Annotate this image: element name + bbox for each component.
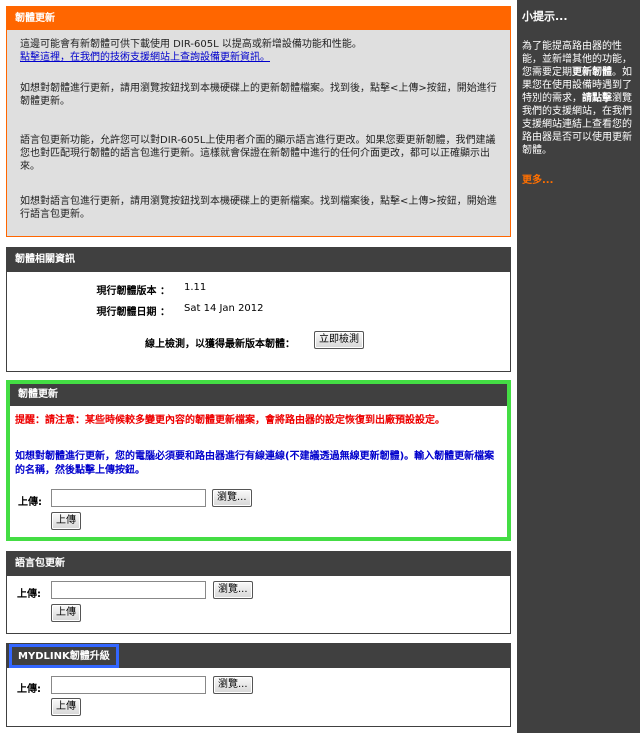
reset-warning: 提醒：請注意：某些時候較多變更內容的韌體更新檔案，會將路由器的設定恢復到出廠預設… — [15, 415, 445, 426]
firmware-file-input[interactable] — [51, 489, 206, 507]
firmware-notice-panel: 韌體更新 這邊可能會有新韌體可供下載使用 DIR-605L 以提高或新增設備功能… — [6, 6, 511, 237]
online-check-label: 線上檢測，以獲得最新版本韌體： — [145, 339, 295, 350]
main-content: 韌體更新 這邊可能會有新韌體可供下載使用 DIR-605L 以提高或新增設備功能… — [0, 0, 517, 733]
firmware-browse-button[interactable]: 瀏覽... — [212, 489, 252, 507]
mydlink-title: MYDLINK韌體升級 — [9, 644, 119, 668]
firmware-info-panel: 韌體相關資訊 現行韌體版本 ： 1.11 現行韌體日期 ： Sat 14 Jan… — [6, 247, 511, 372]
wired-connection-note: 如想對韌體進行更新，您的電腦必須要和路由器進行有線連線(不建議透過無線更新韌體)… — [15, 451, 495, 476]
hints-title: 小提示... — [522, 10, 568, 23]
notice-para3: 語言包更新功能，允許您可以對DIR-605L上使用者介面的顯示語言進行更改。如果… — [20, 135, 496, 172]
language-upload-button[interactable]: 上傳 — [51, 604, 81, 622]
firmware-upload-label: 上傳: — [18, 497, 42, 508]
notice-para2: 如想對韌體進行更新，請用瀏覽按鈕找到本機硬碟上的更新韌體檔案。找到後，點擊<上傳… — [20, 83, 497, 107]
mydlink-upload-label: 上傳: — [17, 684, 41, 695]
check-now-button[interactable]: 立即檢測 — [314, 331, 364, 349]
language-browse-button[interactable]: 瀏覽... — [213, 581, 253, 599]
language-file-input[interactable] — [51, 581, 206, 599]
support-site-link[interactable]: 點擊這裡，在我們的技術支援網站上查詢設備更新資訊。 — [20, 52, 270, 63]
firmware-info-title: 韌體相關資訊 — [7, 248, 510, 272]
notice-title: 韌體更新 — [7, 7, 510, 30]
mydlink-panel: MYDLINK韌體升級 上傳: 瀏覽... 上傳 — [6, 643, 511, 727]
firmware-upload-button[interactable]: 上傳 — [51, 512, 81, 530]
firmware-upgrade-title: 韌體更新 — [10, 384, 507, 406]
notice-para4: 如想對語言包進行更新，請用瀏覽按鈕找到本機硬碟上的更新檔案。找到檔案後，點擊<上… — [20, 196, 497, 220]
language-pack-panel: 語言包更新 上傳: 瀏覽... 上傳 — [6, 551, 511, 634]
hints-sidebar: 小提示... 為了能提高路由器的性能，並新增其他的功能，您需要定期更新韌體。如果… — [517, 0, 640, 733]
more-hints-link[interactable]: 更多... — [522, 171, 634, 186]
language-upload-label: 上傳: — [17, 589, 41, 600]
notice-para1: 這邊可能會有新韌體可供下載使用 DIR-605L 以提高或新增設備功能和性能。 — [20, 39, 362, 50]
current-date-value: Sat 14 Jan 2012 — [184, 303, 264, 314]
hints-text: 為了能提高路由器的性能，並新增其他的功能，您需要定期更新韌體。如果您在使用設備時… — [522, 41, 632, 156]
mydlink-upload-button[interactable]: 上傳 — [51, 698, 81, 716]
firmware-upgrade-panel: 韌體更新 提醒：請注意：某些時候較多變更內容的韌體更新檔案，會將路由器的設定恢復… — [6, 380, 511, 541]
mydlink-file-input[interactable] — [51, 676, 206, 694]
current-version-label: 現行韌體版本 ： — [96, 286, 170, 297]
current-version-value: 1.11 — [184, 282, 207, 293]
current-date-label: 現行韌體日期 ： — [96, 307, 170, 318]
mydlink-browse-button[interactable]: 瀏覽... — [213, 676, 253, 694]
language-pack-title: 語言包更新 — [7, 552, 510, 576]
